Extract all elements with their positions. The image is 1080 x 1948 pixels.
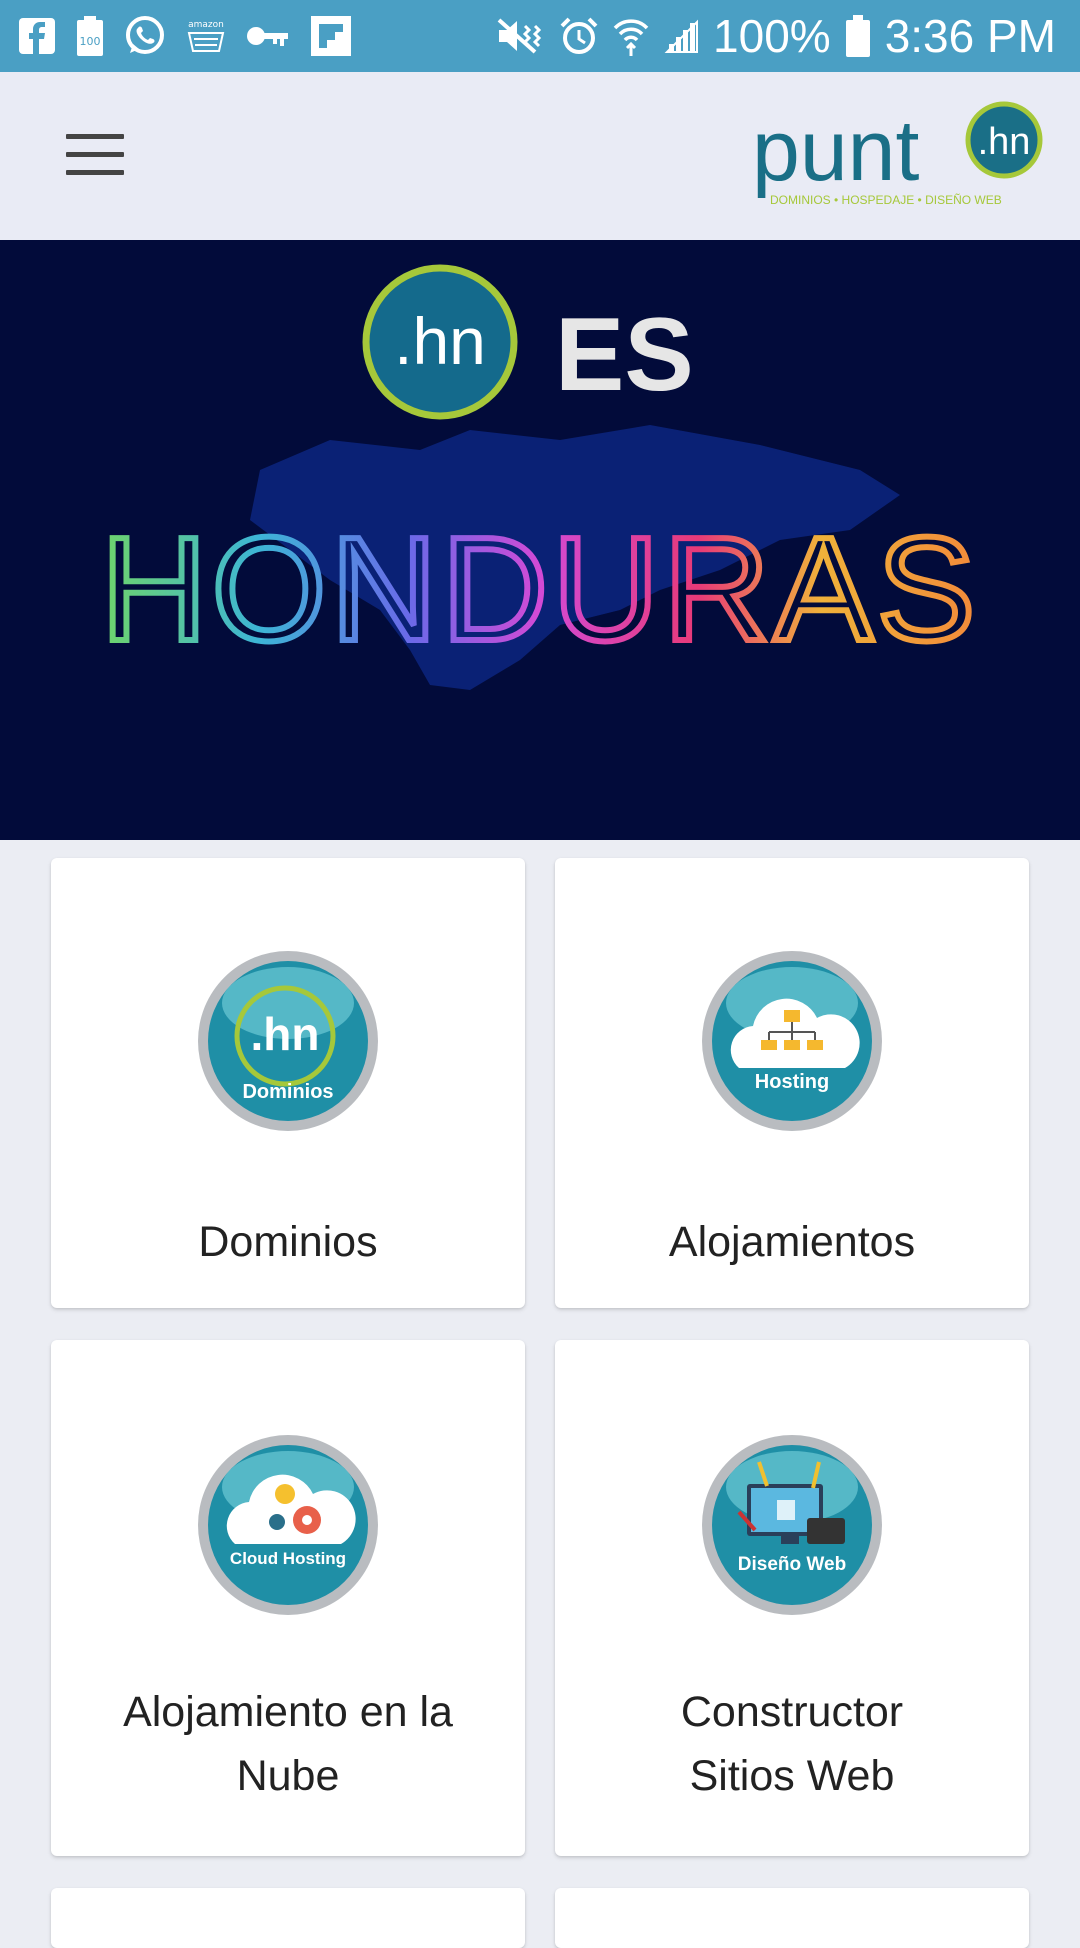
whatsapp-icon — [126, 16, 164, 54]
hero-badge-suffix: ES — [555, 297, 694, 413]
card-label: Constructor Sitios Web — [680, 1688, 904, 1800]
card-partial-left[interactable] — [51, 1888, 525, 1948]
signal-icon — [664, 19, 699, 53]
card-label: Dominios — [198, 1218, 378, 1266]
logo-badge-text: .hn — [978, 121, 1031, 163]
system-icons: 100% 3:36 PM — [495, 8, 1056, 64]
web-design-icon-caption: Diseño Web — [738, 1554, 846, 1575]
web-design-icon: Diseño Web — [702, 1435, 882, 1615]
key-icon — [247, 27, 288, 46]
svg-text:amazon: amazon — [188, 20, 224, 30]
logo-tagline: DOMINIOS • HOSPEDAJE • DISEÑO WEB — [770, 193, 1002, 207]
cloud-hosting-icon: Cloud Hosting — [198, 1435, 378, 1615]
dominios-icon-caption: Dominios — [242, 1081, 333, 1103]
battery-100-icon: 100 — [77, 16, 103, 56]
dominios-icon-text: .hn — [251, 1008, 320, 1060]
facebook-icon — [19, 18, 55, 54]
card-label: Alojamientos — [668, 1218, 916, 1266]
card-alojamientos[interactable]: Hosting Alojamientos — [555, 858, 1029, 1308]
cloud-hosting-icon-caption: Cloud Hosting — [230, 1549, 346, 1568]
notification-icons: 100 amazon — [18, 12, 352, 60]
hero-badge-text: .hn — [394, 304, 486, 378]
hero-headline-inner: HONDURAS — [101, 507, 980, 672]
card-dominios[interactable]: .hn Dominios Dominios — [51, 858, 525, 1308]
card-label: Alojamiento en la Nube — [123, 1688, 453, 1800]
wifi-icon — [613, 19, 649, 56]
hosting-icon-caption: Hosting — [755, 1071, 829, 1093]
mute-icon — [497, 18, 542, 54]
logo-text: punt — [752, 103, 919, 199]
card-constructor-sitios[interactable]: Diseño Web Constructor Sitios Web — [555, 1340, 1029, 1856]
clock: 3:36 PM — [884, 10, 1056, 62]
hero-artwork: .hn ES HONDURAS HONDURAS — [98, 264, 980, 690]
svg-text:100: 100 — [80, 35, 101, 48]
app-header: punt .hn DOMINIOS • HOSPEDAJE • DISEÑO W… — [0, 72, 1080, 240]
status-bar: 100 amazon 100% 3:36 PM — [0, 0, 1080, 72]
hosting-icon: Hosting — [702, 951, 882, 1131]
amazon-icon: amazon — [187, 20, 225, 52]
dominios-icon: .hn Dominios — [198, 951, 378, 1131]
site-logo[interactable]: punt .hn DOMINIOS • HOSPEDAJE • DISEÑO W… — [752, 100, 1052, 218]
battery-percent: 100% — [713, 10, 831, 62]
menu-icon[interactable] — [66, 134, 124, 176]
alarm-icon — [560, 17, 598, 54]
battery-icon — [845, 15, 870, 57]
hero-banner[interactable]: .hn ES HONDURAS HONDURAS — [0, 240, 1080, 840]
flipboard-icon — [311, 16, 351, 56]
card-alojamiento-nube[interactable]: Cloud Hosting Alojamiento en la Nube — [51, 1340, 525, 1856]
card-partial-right[interactable] — [555, 1888, 1029, 1948]
